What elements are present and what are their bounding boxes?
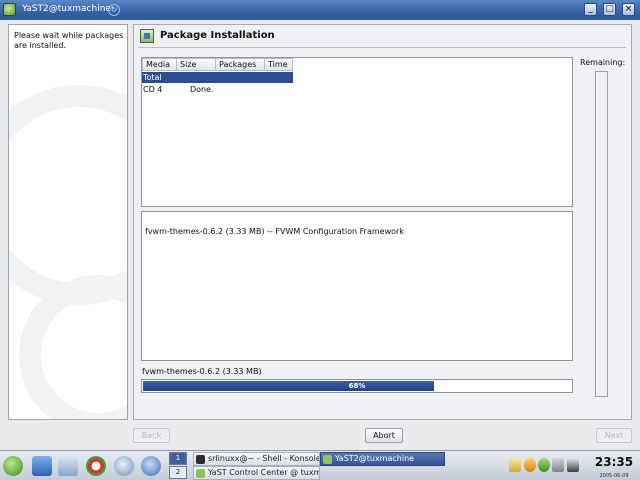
home-folder-icon[interactable]: [32, 456, 52, 476]
konsole-icon: [196, 455, 205, 464]
browser-icon[interactable]: [141, 456, 161, 476]
taskbar: 1 2 srlinuxx@~ - Shell - Konsole YaST2@t…: [0, 450, 640, 480]
main-pane: Package Installation Media Size Packages…: [133, 24, 632, 420]
help-pane: Please wait while packages are installed…: [8, 24, 128, 420]
desktop-pager-1[interactable]: 1: [169, 452, 187, 465]
sticky-icon[interactable]: ↻: [108, 4, 120, 16]
column-header-media[interactable]: Media: [142, 58, 177, 71]
abort-button[interactable]: Abort: [365, 428, 403, 443]
close-button[interactable]: ×: [622, 3, 635, 16]
keyboard-icon[interactable]: [552, 458, 564, 472]
clock[interactable]: 23:35: [590, 455, 638, 469]
window-title: YaST2@tuxmachine: [22, 4, 111, 14]
clipboard-icon[interactable]: [509, 458, 521, 472]
window-titlebar[interactable]: YaST2@tuxmachine ↻ _ □ ×: [0, 0, 640, 20]
table-row[interactable]: Total: [142, 72, 293, 83]
package-installation-icon: [140, 29, 154, 43]
background-swirl: [9, 85, 127, 305]
progress-percent: 68%: [348, 382, 366, 390]
task-label: srlinuxx@~ - Shell - Konsole: [208, 454, 320, 463]
task-yast2[interactable]: YaST2@tuxmachine: [320, 452, 445, 466]
next-button[interactable]: Next: [596, 428, 632, 443]
file-manager-icon[interactable]: [58, 456, 78, 476]
remaining-label: Remaining:: [580, 58, 626, 67]
media-table[interactable]: Media Size Packages Time Total CD 4 Done…: [141, 57, 573, 207]
help-lifebuoy-icon[interactable]: [86, 456, 106, 476]
task-yast-control-center[interactable]: YaST Control Center @ tuxmachine: [193, 466, 320, 480]
maximize-button[interactable]: □: [603, 3, 616, 16]
power-plug-icon[interactable]: [567, 458, 579, 472]
column-header-time[interactable]: Time: [264, 58, 293, 71]
yast-icon: [196, 469, 205, 478]
back-button[interactable]: Back: [133, 428, 170, 443]
table-row[interactable]: CD 4 Done.: [142, 84, 293, 95]
cell-media: Total: [143, 73, 162, 82]
column-header-packages[interactable]: Packages: [215, 58, 265, 71]
clock-date: 2005-06-09: [599, 473, 629, 479]
desktop-pager-2[interactable]: 2: [169, 466, 187, 479]
task-label: YaST2@tuxmachine: [335, 454, 415, 463]
cell-size: Done.: [190, 85, 214, 94]
page-title: Package Installation: [160, 30, 275, 41]
table-header: Media Size Packages Time: [142, 58, 293, 71]
suse-watcher-icon[interactable]: [538, 458, 550, 472]
description-text: fvwm-themes-0.6.2 (3.33 MB) -- FVWM Conf…: [145, 227, 404, 236]
start-menu-icon[interactable]: [3, 456, 23, 476]
yast-window: Please wait while packages are installed…: [0, 20, 640, 450]
task-konsole[interactable]: srlinuxx@~ - Shell - Konsole: [193, 452, 320, 466]
yast-icon: [323, 455, 332, 464]
package-description: fvwm-themes-0.6.2 (3.33 MB) -- FVWM Conf…: [141, 211, 573, 361]
help-text: Please wait while packages are installed…: [14, 31, 124, 50]
updater-icon[interactable]: [524, 458, 536, 472]
column-header-size[interactable]: Size: [176, 58, 216, 71]
package-progress-bar: 68%: [141, 379, 573, 393]
yast-app-icon[interactable]: [3, 3, 16, 16]
cell-media: CD 4: [143, 85, 163, 94]
minimize-button[interactable]: _: [584, 3, 597, 16]
background-swirl-2: [19, 275, 127, 419]
remaining-progress-bar: [595, 71, 608, 397]
current-package-label: fvwm-themes-0.6.2 (3.33 MB): [142, 367, 262, 376]
network-icon[interactable]: [114, 456, 134, 476]
header-separator: [138, 47, 626, 48]
task-label: YaST Control Center @ tuxmachine: [208, 468, 319, 477]
